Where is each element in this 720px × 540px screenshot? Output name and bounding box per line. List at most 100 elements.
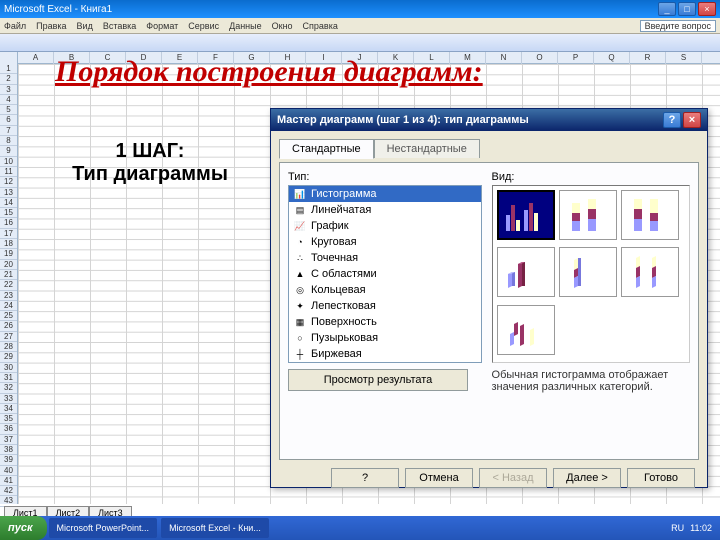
chart-type-list[interactable]: 📊Гистограмма▤Линейчатая📈График◔Круговая∴… — [288, 185, 482, 363]
dialog-close-button[interactable]: × — [683, 112, 701, 128]
row-header[interactable]: 12 — [0, 177, 17, 187]
row-header[interactable]: 36 — [0, 424, 17, 434]
chart-type-item[interactable]: 📈График — [289, 218, 481, 234]
subtype-3d-clustered-column[interactable] — [497, 247, 555, 297]
row-header[interactable]: 33 — [0, 394, 17, 404]
chart-type-item[interactable]: ▤Линейчатая — [289, 202, 481, 218]
column-header[interactable]: P — [558, 52, 594, 64]
preview-button[interactable]: Просмотр результата — [288, 369, 468, 391]
column-header[interactable]: N — [486, 52, 522, 64]
column-header[interactable]: A — [18, 52, 54, 64]
chart-type-item[interactable]: 📊Гистограмма — [289, 186, 481, 202]
row-header[interactable]: 17 — [0, 229, 17, 239]
subtype-3d-100-stacked-column[interactable] — [621, 247, 679, 297]
finish-button[interactable]: Готово — [627, 468, 695, 488]
row-header[interactable]: 18 — [0, 239, 17, 249]
row-header[interactable]: 1 — [0, 64, 17, 74]
row-header[interactable]: 37 — [0, 435, 17, 445]
dialog-titlebar[interactable]: Мастер диаграмм (шаг 1 из 4): тип диагра… — [271, 109, 707, 131]
row-header[interactable]: 32 — [0, 383, 17, 393]
row-header[interactable]: 35 — [0, 414, 17, 424]
start-button[interactable]: пуск — [0, 516, 47, 540]
chart-type-label: Пузырьковая — [311, 332, 378, 344]
row-header[interactable]: 42 — [0, 486, 17, 496]
tab-custom[interactable]: Нестандартные — [374, 139, 480, 158]
subtype-100-stacked-column[interactable] — [621, 190, 679, 240]
menu-tools[interactable]: Сервис — [188, 21, 219, 31]
wizard-help-button[interactable]: ? — [331, 468, 399, 488]
row-header[interactable]: 2 — [0, 74, 17, 84]
dialog-help-button[interactable]: ? — [663, 112, 681, 128]
row-header[interactable]: 29 — [0, 352, 17, 362]
chart-type-icon: ○ — [293, 332, 307, 344]
cancel-button[interactable]: Отмена — [405, 468, 473, 488]
chart-type-item[interactable]: ┼Биржевая — [289, 346, 481, 362]
row-header[interactable]: 26 — [0, 321, 17, 331]
subtype-3d-column[interactable] — [497, 305, 555, 355]
row-header[interactable]: 9 — [0, 146, 17, 156]
menu-format[interactable]: Формат — [146, 21, 178, 31]
row-header[interactable]: 27 — [0, 332, 17, 342]
row-header[interactable]: 4 — [0, 95, 17, 105]
menu-view[interactable]: Вид — [77, 21, 93, 31]
subtype-clustered-column[interactable] — [497, 190, 555, 240]
menu-edit[interactable]: Правка — [36, 21, 66, 31]
row-header[interactable]: 15 — [0, 208, 17, 218]
row-header[interactable]: 6 — [0, 115, 17, 125]
row-header[interactable]: 3 — [0, 85, 17, 95]
row-header[interactable]: 21 — [0, 270, 17, 280]
row-header[interactable]: 20 — [0, 260, 17, 270]
next-button[interactable]: Далее > — [553, 468, 621, 488]
close-button[interactable]: × — [698, 2, 716, 16]
row-header[interactable]: 31 — [0, 373, 17, 383]
subtype-stacked-column[interactable] — [559, 190, 617, 240]
row-header[interactable]: 5 — [0, 105, 17, 115]
chart-type-item[interactable]: ○ Пузырьковая — [289, 330, 481, 346]
chart-type-item[interactable]: ◔Круговая — [289, 234, 481, 250]
row-header[interactable]: 10 — [0, 157, 17, 167]
row-header[interactable]: 28 — [0, 342, 17, 352]
task-item[interactable]: Microsoft Excel - Кни... — [161, 518, 269, 538]
subtype-3d-stacked-column[interactable] — [559, 247, 617, 297]
row-header[interactable]: 11 — [0, 167, 17, 177]
maximize-button[interactable]: □ — [678, 2, 696, 16]
chart-type-item[interactable]: ◎Кольцевая — [289, 282, 481, 298]
menu-file[interactable]: Файл — [4, 21, 26, 31]
row-header[interactable]: 39 — [0, 455, 17, 465]
row-header[interactable]: 30 — [0, 363, 17, 373]
menu-data[interactable]: Данные — [229, 21, 262, 31]
tray-lang-icon[interactable]: RU — [671, 523, 684, 533]
task-item[interactable]: Microsoft PowerPoint... — [49, 518, 158, 538]
chart-type-item[interactable]: ▦Поверхность — [289, 314, 481, 330]
menu-help[interactable]: Справка — [303, 21, 338, 31]
chart-type-item[interactable]: ✦Лепестковая — [289, 298, 481, 314]
row-header[interactable]: 40 — [0, 466, 17, 476]
chart-type-item[interactable]: ∴Точечная — [289, 250, 481, 266]
row-header[interactable]: 22 — [0, 280, 17, 290]
column-header[interactable]: S — [666, 52, 702, 64]
system-tray[interactable]: RU 11:02 — [663, 523, 720, 533]
row-header[interactable]: 38 — [0, 445, 17, 455]
menu-insert[interactable]: Вставка — [103, 21, 136, 31]
row-header[interactable]: 25 — [0, 311, 17, 321]
row-header[interactable]: 7 — [0, 126, 17, 136]
chart-type-item[interactable]: ▲С областями — [289, 266, 481, 282]
row-header[interactable]: 14 — [0, 198, 17, 208]
minimize-button[interactable]: _ — [658, 2, 676, 16]
column-header[interactable]: O — [522, 52, 558, 64]
row-header[interactable]: 24 — [0, 301, 17, 311]
menu-window[interactable]: Окно — [272, 21, 293, 31]
help-search-input[interactable]: Введите вопрос — [640, 20, 716, 32]
row-header[interactable]: 8 — [0, 136, 17, 146]
row-header[interactable]: 13 — [0, 188, 17, 198]
row-header[interactable]: 41 — [0, 476, 17, 486]
row-header[interactable]: 23 — [0, 291, 17, 301]
row-header[interactable]: 19 — [0, 249, 17, 259]
chart-type-icon: ∴ — [293, 252, 307, 264]
chart-type-icon: 📊 — [293, 188, 307, 200]
row-header[interactable]: 16 — [0, 218, 17, 228]
column-header[interactable]: R — [630, 52, 666, 64]
row-header[interactable]: 34 — [0, 404, 17, 414]
tab-standard[interactable]: Стандартные — [279, 139, 374, 159]
column-header[interactable]: Q — [594, 52, 630, 64]
